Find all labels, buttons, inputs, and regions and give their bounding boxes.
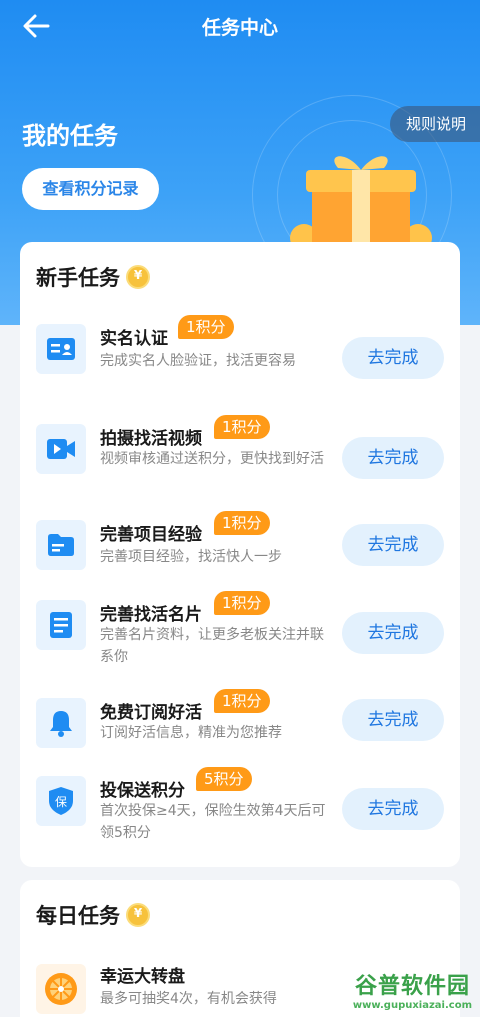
coin-icon	[126, 903, 150, 927]
section-title: 新手任务	[36, 262, 150, 292]
task-description: 完成实名人脸验证，找活更容易	[100, 353, 296, 369]
task-item: 完善项目经验 1积分 完善项目经验，找活快人一步 去完成	[20, 511, 460, 582]
watermark-text: 谷普软件园	[354, 974, 470, 999]
task-title: 完善找活名片	[100, 605, 202, 625]
points-record-button[interactable]: 查看积分记录	[22, 168, 159, 210]
task-title: 免费订阅好活	[100, 703, 202, 723]
navbar: 任务中心	[0, 0, 480, 52]
section-title: 每日任务	[36, 900, 150, 930]
complete-button[interactable]: 去完成	[342, 437, 444, 479]
task-title: 投保送积分	[100, 781, 185, 801]
complete-button[interactable]: 去完成	[342, 337, 444, 379]
task-description: 订阅好活信息，精准为您推荐	[100, 725, 282, 741]
gift-box-icon	[290, 156, 432, 246]
points-badge: 1积分	[214, 511, 270, 535]
my-task-heading: 我的任务	[22, 122, 118, 150]
video-camera-icon	[36, 424, 86, 474]
task-description: 完善名片资料，让更多老板关注并联系你	[100, 627, 324, 665]
folder-icon	[36, 520, 86, 570]
points-badge: 1积分	[214, 689, 270, 713]
document-icon	[36, 600, 86, 650]
rules-button[interactable]: 规则说明	[389, 106, 480, 142]
lucky-wheel-icon	[36, 964, 86, 1014]
points-badge: 5积分	[196, 767, 252, 791]
complete-button[interactable]: 去完成	[342, 788, 444, 830]
task-item: 完善找活名片 1积分 完善名片资料，让更多老板关注并联系你 去完成	[20, 591, 460, 680]
task-description: 最多可抽奖4次，有机会获得	[100, 991, 277, 1007]
task-description: 视频审核通过送积分，更快找到好活	[100, 451, 324, 467]
complete-button[interactable]: 去完成	[342, 524, 444, 566]
task-title: 完善项目经验	[100, 525, 202, 545]
section-title-text: 新手任务	[36, 266, 120, 290]
task-title: 幸运大转盘	[100, 967, 185, 987]
task-item: 实名认证 1积分 完成实名人脸验证，找活更容易 去完成	[20, 315, 460, 400]
id-card-icon	[36, 324, 86, 374]
newbie-task-card: 新手任务 实名认证 1积分 完成实名人脸验证，找活更容易 去完成 拍摄找活视频 …	[20, 242, 460, 867]
bell-icon	[36, 698, 86, 748]
task-title: 实名认证	[100, 329, 168, 349]
section-title-text: 每日任务	[36, 904, 120, 928]
watermark: 谷普软件园 www.gupuxiazai.com	[353, 968, 472, 1011]
svg-text:保: 保	[55, 795, 67, 809]
points-badge: 1积分	[214, 591, 270, 615]
insurance-shield-icon: 保	[36, 776, 86, 826]
task-item: 免费订阅好活 1积分 订阅好活信息，精准为您推荐 去完成	[20, 689, 460, 758]
points-badge: 1积分	[178, 315, 234, 339]
task-item: 保 投保送积分 5积分 首次投保≥4天，保险生效第4天后可领5积分 去完成	[20, 767, 460, 856]
task-description: 完善项目经验，找活快人一步	[100, 549, 282, 565]
complete-button[interactable]: 去完成	[342, 612, 444, 654]
task-title: 拍摄找活视频	[100, 429, 202, 449]
page-title: 任务中心	[201, 17, 278, 39]
complete-button[interactable]: 去完成	[342, 699, 444, 741]
points-badge: 1积分	[214, 415, 270, 439]
watermark-url: www.gupuxiazai.com	[352, 1000, 472, 1011]
task-description: 首次投保≥4天，保险生效第4天后可领5积分	[100, 803, 326, 841]
task-item: 拍摄找活视频 1积分 视频审核通过送积分，更快找到好活 去完成	[20, 415, 460, 500]
coin-icon	[126, 265, 150, 289]
